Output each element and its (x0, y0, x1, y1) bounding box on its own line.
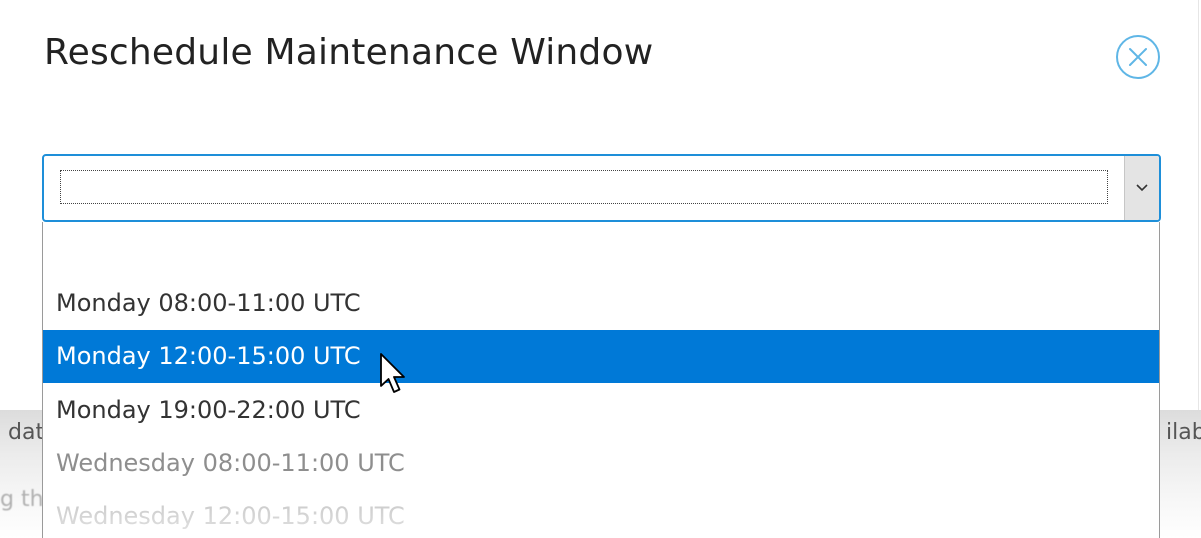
chevron-down-icon (1136, 184, 1148, 192)
dialog-title: Reschedule Maintenance Window (44, 32, 654, 73)
dropdown-option-highlighted[interactable]: Monday 12:00-15:00 UTC (43, 330, 1159, 383)
dropdown-option-empty[interactable] (43, 222, 1159, 275)
close-button[interactable] (1116, 35, 1160, 79)
maintenance-window-select[interactable] (42, 154, 1161, 222)
dropdown-option[interactable]: Wednesday 08:00-11:00 UTC (43, 437, 1159, 490)
dropdown-list[interactable]: Monday 08:00-11:00 UTC Monday 12:00-15:0… (42, 222, 1160, 538)
dropdown-option[interactable]: Wednesday 12:00-15:00 UTC (43, 490, 1159, 538)
background-text-left: dat (8, 420, 45, 445)
background-text-right: ilab (1166, 420, 1201, 445)
dropdown-option[interactable]: Monday 08:00-11:00 UTC (43, 277, 1159, 330)
select-value[interactable] (60, 170, 1108, 204)
background-text-left-faded: g th (0, 487, 44, 512)
dropdown-option[interactable]: Monday 19:00-22:00 UTC (43, 384, 1159, 437)
close-circle-icon (1129, 48, 1147, 66)
select-dropdown-button[interactable] (1124, 156, 1159, 220)
